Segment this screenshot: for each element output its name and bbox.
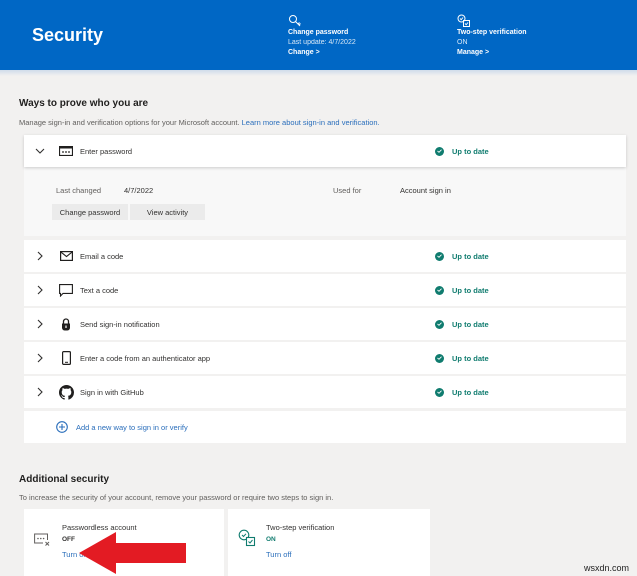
chevron-right-icon[interactable] xyxy=(32,387,48,397)
passwordless-state: OFF xyxy=(62,536,75,543)
phone-icon xyxy=(58,351,74,365)
chevron-right-icon[interactable] xyxy=(32,319,48,329)
check-circle-icon xyxy=(435,319,444,329)
last-changed-value: 4/7/2022 xyxy=(124,186,154,195)
status-text: Up to date xyxy=(452,387,489,397)
add-sign-in-method-row[interactable]: Add a new way to sign in or verify xyxy=(24,411,626,443)
email-icon xyxy=(58,251,74,261)
view-activity-button[interactable]: View activity xyxy=(130,204,205,220)
method-row-authenticator-app[interactable]: Enter a code from an authenticator app U… xyxy=(24,342,626,374)
ways-section-title: Ways to prove who you are xyxy=(19,98,149,109)
turn-off-link[interactable]: Turn off xyxy=(266,550,291,559)
chevron-right-icon[interactable] xyxy=(32,285,48,295)
status-text: Up to date xyxy=(452,251,489,261)
passwordless-title: Passwordless account xyxy=(62,523,137,532)
status-badge: Up to date xyxy=(435,319,489,329)
method-label: Sign in with GitHub xyxy=(80,387,144,397)
last-changed-label: Last changed xyxy=(56,186,102,195)
two-step-verification-card: Two-step verification ON Turn off xyxy=(228,509,430,576)
check-circle-icon xyxy=(435,285,444,295)
check-circle-icon xyxy=(435,387,444,397)
lock-icon xyxy=(58,317,74,331)
method-label: Send sign-in notification xyxy=(80,319,160,329)
two-step-verification-icon xyxy=(457,14,527,28)
key-icon xyxy=(288,14,356,28)
change-password-summary: Change password Last update: 4/7/2022 Ch… xyxy=(288,14,356,58)
red-arrow-annotation xyxy=(79,532,186,574)
add-circle-icon[interactable] xyxy=(56,421,68,433)
method-label: Enter a code from an authenticator app xyxy=(80,353,211,363)
change-password-button[interactable]: Change password xyxy=(52,204,128,220)
ways-description-text: Manage sign-in and verification options … xyxy=(19,118,240,127)
page-title: Security xyxy=(32,25,104,45)
change-password-title: Change password xyxy=(288,29,349,36)
additional-security-description: To increase the security of your account… xyxy=(19,493,334,502)
two-step-card-state: ON xyxy=(266,536,276,543)
check-circle-icon xyxy=(435,353,444,363)
chat-icon xyxy=(58,283,74,297)
method-label: Text a code xyxy=(80,285,119,295)
status-badge: Up to date xyxy=(435,353,489,363)
status-badge: Up to date xyxy=(435,251,489,261)
chevron-down-icon[interactable] xyxy=(32,148,48,154)
banner-shadow xyxy=(0,70,637,76)
password-icon xyxy=(58,146,74,156)
method-row-enter-password[interactable]: Enter password Up to date xyxy=(24,135,626,167)
password-detail-panel: Last changed 4/7/2022 Used for Account s… xyxy=(24,167,626,236)
status-text: Up to date xyxy=(452,353,489,363)
status-badge: Up to date xyxy=(435,285,489,295)
add-sign-in-method-link[interactable]: Add a new way to sign in or verify xyxy=(76,423,188,432)
additional-security-title: Additional security xyxy=(19,474,110,485)
chevron-right-icon[interactable] xyxy=(32,353,48,363)
two-step-verification-icon xyxy=(238,529,256,549)
method-row-sign-in-notification[interactable]: Send sign-in notification Up to date xyxy=(24,308,626,340)
change-link[interactable]: Change > xyxy=(288,48,356,58)
two-step-title: Two-step verification xyxy=(457,29,527,36)
last-update-text: Last update: 4/7/2022 xyxy=(288,39,356,46)
method-row-github[interactable]: Sign in with GitHub Up to date xyxy=(24,376,626,408)
method-label: Email a code xyxy=(80,251,124,261)
two-step-summary: Two-step verification ON Manage > xyxy=(457,14,527,58)
manage-link[interactable]: Manage > xyxy=(457,48,527,58)
two-step-card-title: Two-step verification xyxy=(266,523,335,532)
method-row-email-code[interactable]: Email a code Up to date xyxy=(24,240,626,272)
status-text: Up to date xyxy=(452,285,489,295)
used-for-label: Used for xyxy=(333,186,362,195)
learn-more-link[interactable]: Learn more about sign-in and verificatio… xyxy=(242,118,380,127)
two-step-status: ON xyxy=(457,39,468,46)
method-label: Enter password xyxy=(80,146,133,156)
status-badge: Up to date xyxy=(435,146,489,156)
passwordless-icon xyxy=(34,533,52,549)
status-text: Up to date xyxy=(452,319,489,329)
status-badge: Up to date xyxy=(435,387,489,397)
github-icon xyxy=(58,384,74,400)
status-text: Up to date xyxy=(452,146,489,156)
check-circle-icon xyxy=(435,251,444,261)
used-for-value: Account sign in xyxy=(400,186,451,195)
ways-section-description: Manage sign-in and verification options … xyxy=(19,118,380,127)
method-row-text-code[interactable]: Text a code Up to date xyxy=(24,274,626,306)
chevron-right-icon[interactable] xyxy=(32,251,48,261)
watermark: wsxdn.com xyxy=(583,563,629,573)
check-circle-icon xyxy=(435,146,444,156)
security-banner: Security Change password Last update: 4/… xyxy=(0,0,637,70)
